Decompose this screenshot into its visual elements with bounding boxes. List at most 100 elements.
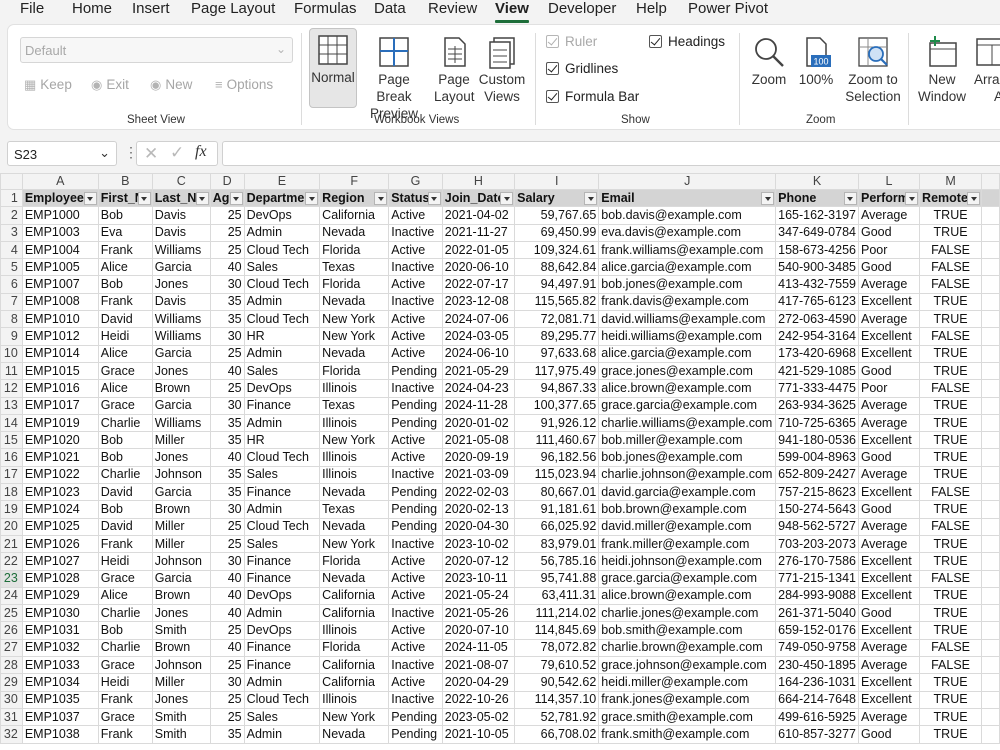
tab-developer[interactable]: Developer bbox=[548, 0, 616, 18]
cell[interactable]: Smith bbox=[151, 725, 211, 744]
column-header-n[interactable] bbox=[981, 173, 1000, 190]
cell[interactable]: Excellent bbox=[857, 483, 921, 502]
table-column-header[interactable]: Departme bbox=[243, 188, 321, 208]
cell[interactable]: EMP1024 bbox=[21, 500, 99, 519]
cell[interactable]: EMP1028 bbox=[21, 569, 99, 588]
cell[interactable]: 25 bbox=[209, 240, 245, 260]
zoom-100-button[interactable]: 100 100% bbox=[798, 31, 834, 88]
cell[interactable]: Inactive bbox=[388, 258, 443, 277]
cell[interactable]: 2023-05-02 bbox=[441, 707, 516, 727]
cell[interactable]: Good bbox=[857, 448, 921, 467]
cell[interactable]: Frank bbox=[97, 240, 153, 260]
cell[interactable]: 40 bbox=[209, 586, 245, 606]
table-column-header[interactable]: Join_Date bbox=[441, 188, 516, 208]
cell[interactable]: Garcia bbox=[151, 569, 211, 588]
cell[interactable]: Garcia bbox=[151, 258, 211, 277]
cell[interactable]: alice.brown@example.com bbox=[598, 379, 777, 398]
cell[interactable]: New York bbox=[319, 310, 390, 329]
cell[interactable]: Excellent bbox=[857, 569, 921, 588]
row-header[interactable]: 32 bbox=[0, 725, 23, 744]
column-header-c[interactable]: C bbox=[151, 173, 211, 190]
cell[interactable]: David bbox=[97, 517, 153, 536]
cell[interactable]: 40 bbox=[209, 638, 245, 658]
column-header-a[interactable]: A bbox=[21, 173, 99, 190]
empty-cell[interactable] bbox=[981, 206, 1000, 225]
cell[interactable]: EMP1034 bbox=[21, 673, 99, 692]
cell[interactable]: 2020-07-10 bbox=[441, 621, 516, 640]
filter-dropdown-icon[interactable] bbox=[500, 192, 514, 205]
cell[interactable]: 40 bbox=[209, 604, 245, 623]
cell[interactable]: Active bbox=[388, 621, 443, 640]
custom-views-button[interactable]: Custom Views bbox=[478, 31, 526, 105]
cell[interactable]: Brown bbox=[151, 500, 211, 519]
empty-cell[interactable] bbox=[981, 552, 1000, 571]
cell[interactable]: Smith bbox=[151, 707, 211, 727]
cell[interactable]: EMP1023 bbox=[21, 483, 99, 502]
row-header[interactable]: 30 bbox=[0, 690, 23, 709]
cell[interactable]: Excellent bbox=[857, 552, 921, 571]
table-column-header[interactable]: Remote bbox=[919, 188, 983, 208]
row-header[interactable]: 3 bbox=[0, 223, 23, 242]
cell[interactable]: Inactive bbox=[388, 465, 443, 485]
cell[interactable]: 499-616-5925 bbox=[775, 707, 859, 727]
cell[interactable]: EMP1019 bbox=[21, 413, 99, 433]
cell[interactable]: 111,214.02 bbox=[514, 604, 600, 623]
cell[interactable]: 242-954-3164 bbox=[775, 327, 859, 346]
cell[interactable]: DevOps bbox=[243, 379, 321, 398]
cell[interactable]: 421-529-1085 bbox=[775, 361, 859, 381]
column-header-j[interactable]: J bbox=[598, 173, 777, 190]
row-header[interactable]: 9 bbox=[0, 327, 23, 346]
cell[interactable]: EMP1000 bbox=[21, 206, 99, 225]
cell[interactable]: Excellent bbox=[857, 344, 921, 363]
cell[interactable]: Johnson bbox=[151, 465, 211, 485]
cell[interactable]: FALSE bbox=[919, 379, 983, 398]
row-header[interactable]: 5 bbox=[0, 258, 23, 277]
cell[interactable]: Admin bbox=[243, 413, 321, 433]
cell[interactable]: TRUE bbox=[919, 586, 983, 606]
cell[interactable]: 25 bbox=[209, 690, 245, 709]
cell[interactable]: 2024-04-23 bbox=[441, 379, 516, 398]
cell[interactable]: Excellent bbox=[857, 327, 921, 346]
cell[interactable]: Garcia bbox=[151, 396, 211, 415]
cell[interactable]: Pending bbox=[388, 517, 443, 536]
empty-cell[interactable] bbox=[981, 292, 1000, 312]
cell[interactable]: charlie.jones@example.com bbox=[598, 604, 777, 623]
column-header-h[interactable]: H bbox=[441, 173, 516, 190]
row-header[interactable]: 17 bbox=[0, 465, 23, 485]
cell[interactable]: 261-371-5040 bbox=[775, 604, 859, 623]
column-header-l[interactable]: L bbox=[857, 173, 921, 190]
cell[interactable]: 90,542.62 bbox=[514, 673, 600, 692]
cell[interactable]: 83,979.01 bbox=[514, 534, 600, 554]
cell[interactable]: Frank bbox=[97, 690, 153, 709]
cell[interactable]: TRUE bbox=[919, 223, 983, 242]
cell[interactable]: DevOps bbox=[243, 586, 321, 606]
cell[interactable]: Excellent bbox=[857, 690, 921, 709]
filter-dropdown-icon[interactable] bbox=[905, 192, 919, 205]
cell[interactable]: New York bbox=[319, 707, 390, 727]
cell[interactable]: 35 bbox=[209, 725, 245, 744]
cell[interactable]: Florida bbox=[319, 240, 390, 260]
cell[interactable]: Average bbox=[857, 534, 921, 554]
cell[interactable]: Inactive bbox=[388, 379, 443, 398]
cell[interactable]: 2020-06-10 bbox=[441, 258, 516, 277]
empty-cell[interactable] bbox=[981, 707, 1000, 727]
cell[interactable]: Eva bbox=[97, 223, 153, 242]
cell[interactable]: 710-725-6365 bbox=[775, 413, 859, 433]
cell[interactable]: 25 bbox=[209, 344, 245, 363]
cell[interactable]: 66,708.02 bbox=[514, 725, 600, 744]
cell[interactable]: 30 bbox=[209, 275, 245, 294]
filter-dropdown-icon[interactable] bbox=[195, 192, 209, 205]
cell[interactable]: Sales bbox=[243, 361, 321, 381]
cell[interactable]: Grace bbox=[97, 361, 153, 381]
row-header[interactable]: 12 bbox=[0, 379, 23, 398]
cell[interactable]: Average bbox=[857, 413, 921, 433]
cell[interactable]: Good bbox=[857, 361, 921, 381]
cell[interactable]: Florida bbox=[319, 275, 390, 294]
cell[interactable]: TRUE bbox=[919, 396, 983, 415]
cell[interactable]: Active bbox=[388, 310, 443, 329]
cell[interactable]: Active bbox=[388, 552, 443, 571]
column-header-e[interactable]: E bbox=[243, 173, 321, 190]
cell[interactable]: TRUE bbox=[919, 448, 983, 467]
cell[interactable]: FALSE bbox=[919, 240, 983, 260]
cell[interactable]: eva.davis@example.com bbox=[598, 223, 777, 242]
